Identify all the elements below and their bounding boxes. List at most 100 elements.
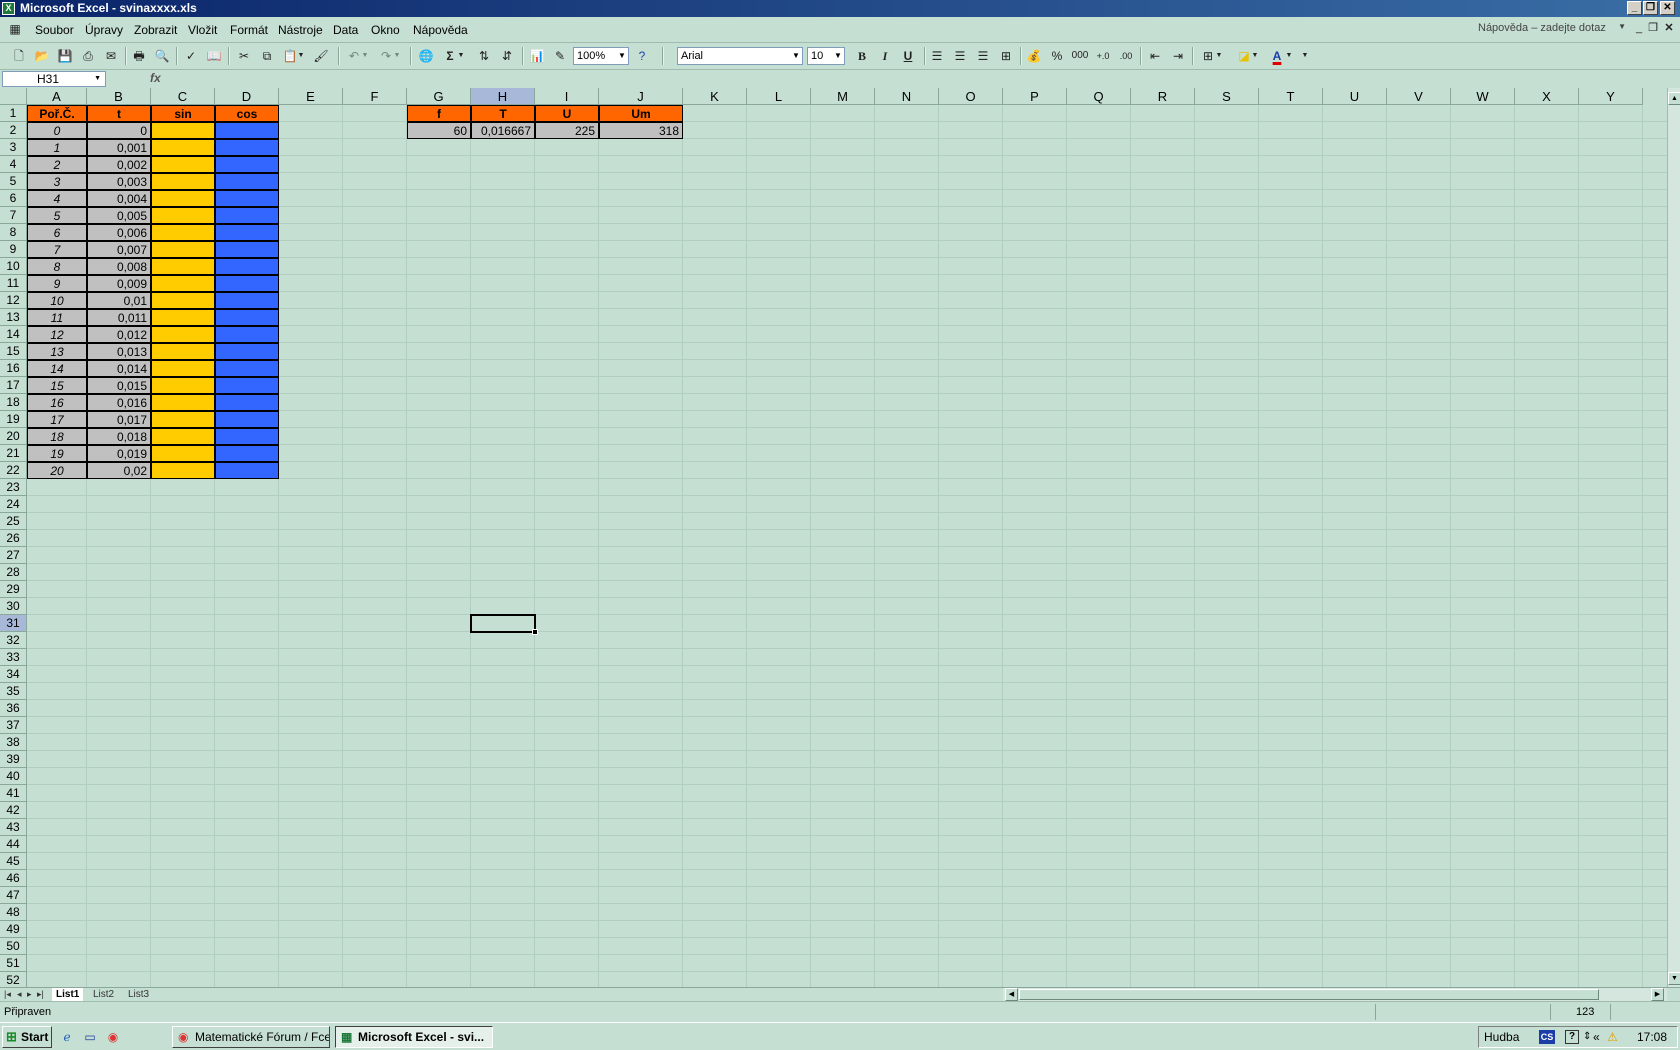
menu-okno[interactable]: Okno [371,23,400,37]
column-header-i[interactable]: I [535,88,599,105]
language-indicator[interactable]: CS [1539,1030,1555,1044]
column-header-e[interactable]: E [279,88,343,105]
index-cell[interactable]: 4 [27,190,87,207]
select-all-corner[interactable] [0,88,27,105]
print-icon[interactable]: 🖶 [130,48,148,64]
row-header[interactable]: 30 [0,598,27,615]
value-cell[interactable]: 0,016667 [471,122,535,139]
cos-cell[interactable] [215,377,279,394]
align-left-icon[interactable]: ☰ [928,48,946,64]
menu-vlozit[interactable]: Vložit [188,23,217,37]
percent-button[interactable]: % [1048,48,1066,64]
increase-decimal-icon[interactable]: +.0 [1094,48,1112,64]
cos-cell[interactable] [215,122,279,139]
start-button[interactable]: ⊞ Start [2,1026,52,1048]
row-header[interactable]: 14 [0,326,27,343]
row-header[interactable]: 39 [0,751,27,768]
row-header[interactable]: 16 [0,360,27,377]
row-header[interactable]: 10 [0,258,27,275]
help-icon[interactable]: ? [633,48,651,64]
time-cell[interactable]: 0,014 [87,360,151,377]
excel-app-icon[interactable]: X [2,2,15,15]
index-cell[interactable]: 15 [27,377,87,394]
sin-cell[interactable] [151,445,215,462]
save-icon[interactable]: 💾 [56,48,74,64]
value-cell[interactable]: 318 [599,122,683,139]
first-sheet-icon[interactable]: |◂ [4,989,11,1000]
sin-cell[interactable] [151,207,215,224]
row-header[interactable]: 6 [0,190,27,207]
zoom-select[interactable]: 100% ▼ [573,47,629,65]
value-cell[interactable]: 60 [407,122,471,139]
row-header[interactable]: 26 [0,530,27,547]
column-header-o[interactable]: O [939,88,1003,105]
sin-cell[interactable] [151,122,215,139]
time-cell[interactable]: 0,011 [87,309,151,326]
column-header-h[interactable]: H [471,88,535,105]
cos-cell[interactable] [215,190,279,207]
cos-cell[interactable] [215,156,279,173]
menu-napoveda[interactable]: Nápověda [413,23,468,37]
sin-cell[interactable] [151,343,215,360]
row-header[interactable]: 25 [0,513,27,530]
restore-button[interactable]: ❐ [1643,1,1658,15]
row-header[interactable]: 34 [0,666,27,683]
cos-cell[interactable] [215,326,279,343]
cos-cell[interactable] [215,411,279,428]
sin-cell[interactable] [151,394,215,411]
sin-cell[interactable] [151,241,215,258]
tray-expand-icon[interactable]: « [1593,1027,1600,1047]
time-cell[interactable]: 0,002 [87,156,151,173]
cos-cell[interactable] [215,394,279,411]
row-header[interactable]: 24 [0,496,27,513]
menu-zobrazit[interactable]: Zobrazit [134,23,177,37]
time-cell[interactable]: 0,016 [87,394,151,411]
font-name-select[interactable]: Arial ▼ [677,47,803,65]
index-cell[interactable]: 9 [27,275,87,292]
time-cell[interactable]: 0 [87,122,151,139]
align-right-icon[interactable]: ☰ [974,48,992,64]
borders-dropdown-icon[interactable]: ▼ [1214,48,1224,64]
decrease-decimal-icon[interactable]: .00 [1117,48,1135,64]
row-header[interactable]: 43 [0,819,27,836]
chevron-down-icon[interactable]: ▼ [94,72,101,86]
menu-format[interactable]: Formát [230,23,268,37]
copy-icon[interactable]: ⧉ [258,48,276,64]
cos-cell[interactable] [215,309,279,326]
scroll-right-icon[interactable]: ▶ [1651,988,1664,1001]
time-cell[interactable]: 0,009 [87,275,151,292]
index-cell[interactable]: 0 [27,122,87,139]
column-header-r[interactable]: R [1131,88,1195,105]
row-header[interactable]: 48 [0,904,27,921]
column-header-w[interactable]: W [1451,88,1515,105]
insert-function-icon[interactable]: fx [150,71,161,85]
column-header-u[interactable]: U [1323,88,1387,105]
sin-cell[interactable] [151,326,215,343]
cos-cell[interactable] [215,462,279,479]
row-header[interactable]: 32 [0,632,27,649]
row-header[interactable]: 11 [0,275,27,292]
row-header[interactable]: 42 [0,802,27,819]
research-icon[interactable]: 📖 [205,48,223,64]
row-header[interactable]: 40 [0,768,27,785]
menu-data[interactable]: Data [333,23,358,37]
spelling-icon[interactable]: ✓ [182,48,200,64]
row-header[interactable]: 9 [0,241,27,258]
decrease-indent-icon[interactable]: ⇤ [1146,48,1164,64]
active-cell-selection[interactable] [470,614,538,635]
last-sheet-icon[interactable]: ▸| [37,989,44,1000]
doc-close-icon[interactable]: ✕ [1660,20,1678,36]
index-cell[interactable]: 17 [27,411,87,428]
column-header-d[interactable]: D [215,88,279,105]
column-header-q[interactable]: Q [1067,88,1131,105]
chevron-down-icon[interactable]: ▼ [832,48,844,64]
row-header[interactable]: 22 [0,462,27,479]
column-header-x[interactable]: X [1515,88,1579,105]
sin-cell[interactable] [151,156,215,173]
row-header[interactable]: 5 [0,173,27,190]
row-header[interactable]: 17 [0,377,27,394]
warning-icon[interactable]: ⚠ [1607,1027,1618,1047]
column-header-c[interactable]: C [151,88,215,105]
row-header[interactable]: 50 [0,938,27,955]
scroll-down-icon[interactable]: ▼ [1668,972,1680,985]
